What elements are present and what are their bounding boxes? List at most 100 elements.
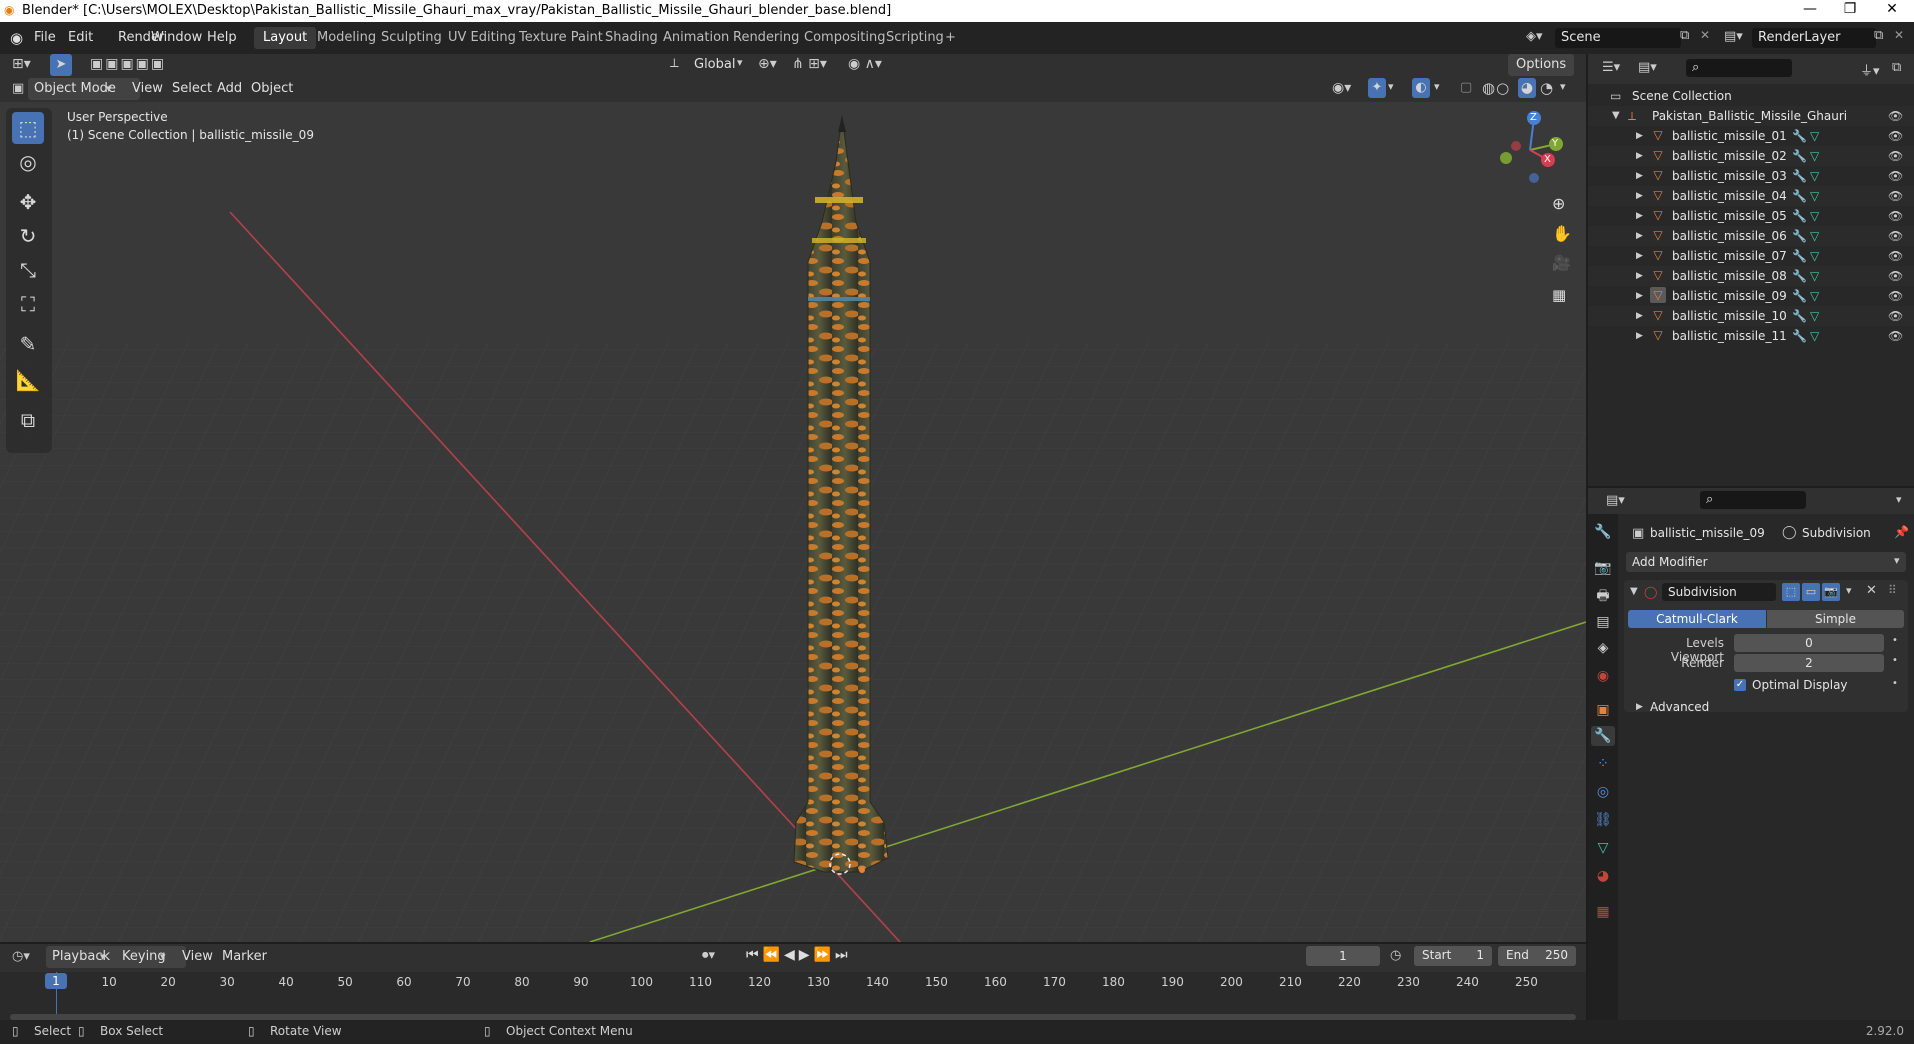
- expand-arrow-icon[interactable]: ▶: [1636, 146, 1643, 166]
- navigation-gizmo[interactable]: Z Y X: [1490, 108, 1570, 188]
- chevron-down-icon[interactable]: ▾: [1560, 80, 1566, 93]
- scale-tool[interactable]: ⤡: [12, 254, 44, 286]
- mesh-data-icon[interactable]: ▽: [1810, 126, 1819, 146]
- menu-select[interactable]: Select: [172, 78, 212, 100]
- viewport-display-toggle-icon[interactable]: ▭: [1802, 583, 1820, 601]
- object-tab-icon[interactable]: ▣: [1593, 700, 1613, 720]
- outliner-row-object[interactable]: ▶ ▽ ballistic_missile_08 🔧 ▽ 👁: [1588, 266, 1914, 286]
- current-frame-field[interactable]: 1: [1306, 946, 1380, 966]
- new-scene-icon[interactable]: ⧉: [1680, 28, 1689, 43]
- outliner-row-object[interactable]: ▶ ▽ ballistic_missile_02 🔧 ▽ 👁: [1588, 146, 1914, 166]
- visibility-eye-icon[interactable]: 👁: [1888, 246, 1903, 266]
- mesh-data-icon[interactable]: ▽: [1810, 166, 1819, 186]
- chevron-down-icon[interactable]: ▾: [1434, 80, 1440, 93]
- select-box-tool[interactable]: ⬚: [12, 112, 44, 144]
- visibility-eye-icon[interactable]: 👁: [1888, 266, 1903, 286]
- pivot-point-icon[interactable]: ⊕▾: [758, 56, 777, 72]
- outliner-search-input[interactable]: ⌕: [1686, 59, 1792, 77]
- timeline-editor-type-icon[interactable]: ◷▾: [12, 949, 30, 964]
- outliner-row-object[interactable]: ▶ ▽ ballistic_missile_04 🔧 ▽ 👁: [1588, 186, 1914, 206]
- modifier-wrench-icon[interactable]: 🔧: [1792, 246, 1807, 266]
- record-icon[interactable]: ⏺▾: [702, 948, 715, 963]
- keyframe-dot-icon[interactable]: •: [1892, 635, 1898, 646]
- display-mode-icon[interactable]: ▤▾: [1638, 60, 1657, 75]
- mesh-data-icon[interactable]: ▽: [1810, 146, 1819, 166]
- menu-object[interactable]: Object: [251, 78, 293, 100]
- timeline-ruler[interactable]: 1102030405060708090100110120130140150160…: [0, 972, 1586, 1026]
- expand-arrow-icon[interactable]: ▶: [1636, 286, 1643, 306]
- menu-window[interactable]: Window: [151, 30, 202, 45]
- outliner-row-object[interactable]: ▶ ▽ ballistic_missile_07 🔧 ▽ 👁: [1588, 246, 1914, 266]
- xray-toggle-icon[interactable]: ▢: [1460, 80, 1472, 95]
- menu-help[interactable]: Help: [207, 30, 237, 45]
- timeline-view-menu[interactable]: View: [182, 946, 213, 968]
- mesh-data-icon[interactable]: ▽: [1810, 246, 1819, 266]
- render-toggle-icon[interactable]: 📷: [1822, 583, 1840, 601]
- collapse-arrow-icon[interactable]: ▼: [1630, 586, 1638, 597]
- visibility-eye-icon[interactable]: 👁: [1888, 326, 1903, 346]
- mesh-data-icon[interactable]: ▽: [1810, 266, 1819, 286]
- add-cube-tool[interactable]: ⧉: [12, 404, 44, 436]
- chevron-down-icon[interactable]: ▾: [1388, 80, 1394, 93]
- outliner-editor-type-icon[interactable]: ☰▾: [1602, 60, 1620, 75]
- material-preview-icon[interactable]: ◕: [1518, 78, 1536, 98]
- modifier-wrench-icon[interactable]: 🔧: [1792, 226, 1807, 246]
- end-frame-field[interactable]: End 250: [1498, 946, 1576, 966]
- data-tab-icon[interactable]: ▽: [1593, 838, 1613, 858]
- texture-tab-icon[interactable]: ▦: [1593, 902, 1613, 922]
- expand-arrow-icon[interactable]: ▶: [1636, 702, 1643, 712]
- visibility-icon[interactable]: ◉▾: [1332, 80, 1351, 96]
- outliner-row-object[interactable]: ▶ ▽ ballistic_missile_01 🔧 ▽ 👁: [1588, 126, 1914, 146]
- menu-edit[interactable]: Edit: [68, 30, 93, 45]
- delete-view-layer-icon[interactable]: ✕: [1894, 28, 1904, 42]
- visibility-eye-icon[interactable]: 👁: [1888, 226, 1903, 246]
- maximize-button[interactable]: ❐: [1830, 1, 1870, 17]
- keying-dropdown[interactable]: Keying: [116, 946, 186, 968]
- modifier-tab-icon[interactable]: 🔧: [1591, 726, 1615, 746]
- expand-arrow-icon[interactable]: ▶: [1636, 246, 1643, 266]
- outliner-row-object[interactable]: ▶ ▽ ballistic_missile_03 🔧 ▽ 👁: [1588, 166, 1914, 186]
- remove-modifier-icon[interactable]: ✕: [1866, 583, 1877, 598]
- start-frame-field[interactable]: Start 1: [1414, 946, 1492, 966]
- output-tab-icon[interactable]: 🖶: [1593, 586, 1613, 606]
- modifier-wrench-icon[interactable]: 🔧: [1792, 206, 1807, 226]
- constraints-tab-icon[interactable]: ⛓: [1593, 810, 1613, 830]
- levels-viewport-field[interactable]: 0: [1734, 634, 1884, 652]
- optimal-display-checkbox[interactable]: ✓: [1734, 679, 1746, 691]
- outliner-row-scene-collection[interactable]: ▭ Scene Collection: [1588, 86, 1914, 106]
- mesh-data-icon[interactable]: ▽: [1810, 306, 1819, 326]
- simple-option[interactable]: Simple: [1767, 610, 1904, 628]
- drag-handle-icon[interactable]: ⠿: [1888, 583, 1897, 597]
- minimize-button[interactable]: —: [1790, 1, 1830, 17]
- collapse-arrow-icon[interactable]: ▼: [1612, 106, 1620, 126]
- render-layer-field[interactable]: RenderLayer: [1752, 28, 1876, 48]
- modifier-wrench-icon[interactable]: 🔧: [1792, 126, 1807, 146]
- playhead-frame-badge[interactable]: 1: [45, 973, 67, 989]
- playback-controls-icons[interactable]: ⏮⏪◀▶⏩⏭: [746, 947, 852, 963]
- edit-mode-toggle-icon[interactable]: ⬚: [1782, 583, 1800, 601]
- mesh-data-icon[interactable]: ▽: [1810, 326, 1819, 346]
- expand-arrow-icon[interactable]: ▶: [1636, 306, 1643, 326]
- chevron-down-icon[interactable]: ▾: [1846, 584, 1852, 597]
- advanced-subpanel-label[interactable]: Advanced: [1650, 700, 1709, 714]
- visibility-eye-icon[interactable]: 👁: [1888, 306, 1903, 326]
- rendered-shading-icon[interactable]: ◔: [1540, 79, 1553, 97]
- select-tool-mode-icon[interactable]: ➤: [50, 54, 72, 76]
- ortho-grid-icon[interactable]: ▦: [1552, 286, 1566, 304]
- modifier-wrench-icon[interactable]: 🔧: [1792, 166, 1807, 186]
- cursor-tool[interactable]: ◎: [12, 146, 44, 178]
- expand-arrow-icon[interactable]: ▶: [1636, 326, 1643, 346]
- pin-icon[interactable]: 📌: [1894, 525, 1909, 539]
- snap-icon[interactable]: ⋔ ⊞▾: [792, 56, 827, 72]
- menu-view[interactable]: View: [132, 78, 163, 100]
- gizmo-toggle-icon[interactable]: ✦: [1368, 78, 1386, 98]
- new-view-layer-icon[interactable]: ⧉: [1874, 28, 1883, 43]
- visibility-eye-icon[interactable]: 👁: [1888, 106, 1903, 126]
- expand-arrow-icon[interactable]: ▶: [1636, 226, 1643, 246]
- visibility-eye-icon[interactable]: 👁: [1888, 206, 1903, 226]
- blender-menu-icon[interactable]: ◉: [10, 29, 23, 47]
- move-tool[interactable]: ✥: [12, 186, 44, 218]
- shading-mode-icons[interactable]: ◍○: [1482, 79, 1510, 97]
- outliner-row-object[interactable]: ▶ ▽ ballistic_missile_09 🔧 ▽ 👁: [1588, 286, 1914, 306]
- world-tab-icon[interactable]: ◉: [1593, 666, 1613, 686]
